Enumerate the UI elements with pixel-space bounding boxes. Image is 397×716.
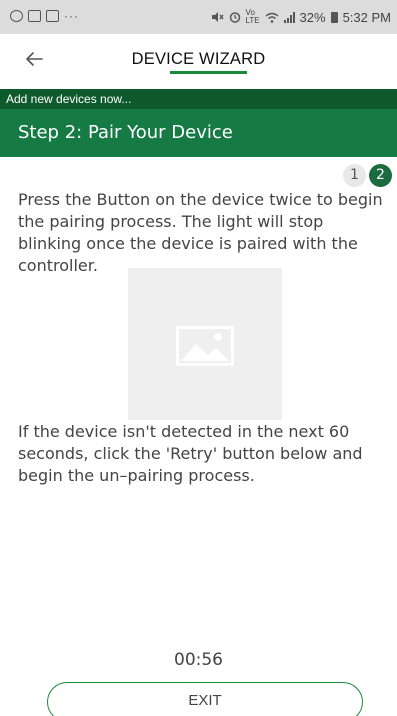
wifi-icon <box>265 12 278 23</box>
image-notification-icon <box>28 10 41 22</box>
pairing-instructions: Press the Button on the device twice to … <box>18 190 383 275</box>
image-placeholder-icon <box>176 326 234 366</box>
device-wizard-screen: ··· Vo LTE 32% 5:32 PM DEVICE WIZARD Add… <box>0 0 397 716</box>
gallery-notification-icon <box>46 10 59 22</box>
subtitle-banner: Add new devices now... <box>0 89 397 109</box>
notification-icons: ··· <box>10 9 79 23</box>
status-bar: ··· Vo LTE 32% 5:32 PM <box>0 0 397 34</box>
system-status: Vo LTE 32% 5:32 PM <box>211 9 391 25</box>
exit-button[interactable]: EXIT <box>47 682 363 716</box>
battery-icon <box>330 11 338 23</box>
mute-icon <box>211 12 224 22</box>
page-title: DEVICE WIZARD <box>131 50 266 68</box>
retry-instructions: If the device isn't detected in the next… <box>18 422 363 485</box>
more-notifications-icon: ··· <box>64 9 79 23</box>
step-indicator-2: 2 <box>369 164 392 187</box>
title-underline <box>170 71 247 74</box>
countdown-timer: 00:56 <box>174 650 223 670</box>
step-indicators: 1 2 <box>343 164 392 187</box>
clock: 5:32 PM <box>342 9 391 25</box>
whatsapp-icon <box>10 10 23 22</box>
step-indicator-1: 1 <box>343 164 366 187</box>
app-header: DEVICE WIZARD <box>0 34 397 89</box>
volte-label: Vo LTE <box>245 8 260 25</box>
battery-percent: 32% <box>299 9 326 25</box>
alarm-icon <box>229 12 240 23</box>
signal-icon <box>283 11 295 23</box>
step-title: Step 2: Pair Your Device <box>0 109 397 157</box>
device-image <box>128 268 282 420</box>
